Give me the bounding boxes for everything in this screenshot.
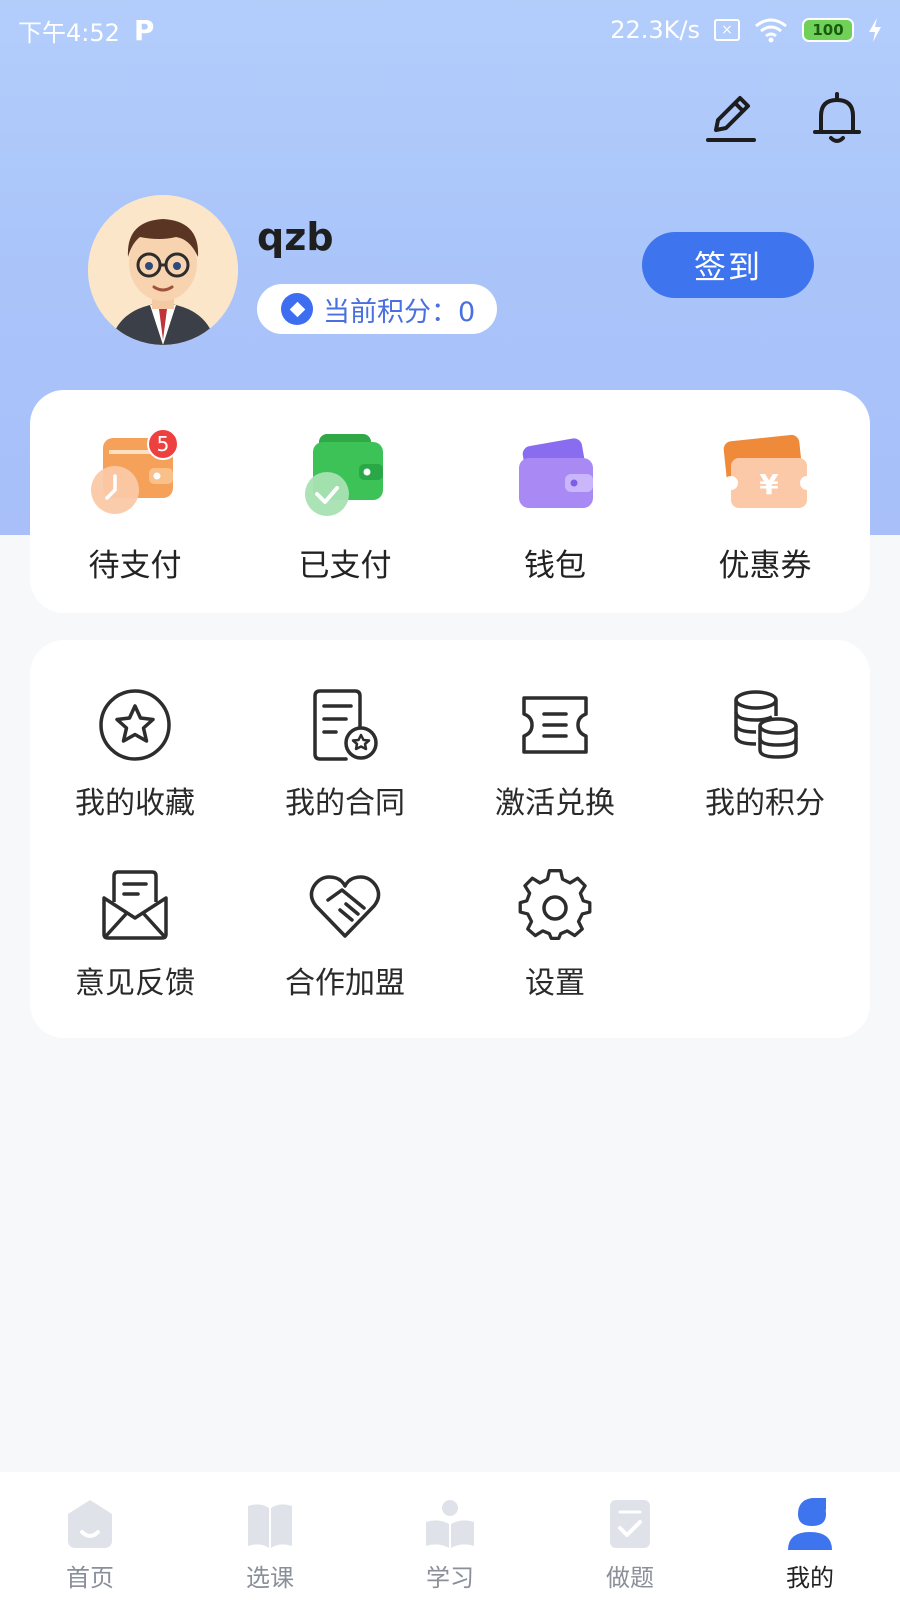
pending-payment-icon: 5	[87, 428, 183, 524]
partnership-item[interactable]: 合作加盟	[240, 864, 450, 1002]
paid-item[interactable]: 已支付	[240, 390, 450, 613]
coupon-label: 优惠券	[718, 548, 812, 584]
my-points-label: 我的积分	[705, 786, 825, 821]
bottom-nav: 首页 选课 学习 做题 我的	[0, 1472, 900, 1600]
nav-home[interactable]: 首页	[0, 1472, 180, 1600]
diamond-icon	[281, 293, 313, 325]
nav-study-label: 学习	[426, 1564, 474, 1592]
tools-card: 我的收藏 我的合同 激活兑换 我的积分 意见反馈 合作加盟 设置	[30, 640, 870, 1038]
coupon-icon: ¥	[717, 428, 814, 524]
network-speed: 22.3K/s	[610, 16, 700, 44]
ticket-icon	[514, 684, 596, 766]
contracts-label: 我的合同	[285, 786, 405, 821]
my-points-item[interactable]: 我的积分	[660, 684, 870, 822]
wifi-icon	[755, 18, 787, 43]
wallet-label: 钱包	[524, 548, 586, 584]
payment-card: 5 待支付 已支付 钱包 ¥ 优惠券	[30, 390, 870, 613]
nav-courses[interactable]: 选课	[180, 1472, 360, 1600]
wallet-icon	[507, 428, 603, 524]
contract-icon	[304, 684, 386, 766]
checkin-button[interactable]: 签到	[642, 232, 814, 298]
mail-icon	[94, 864, 176, 946]
pending-payment-item[interactable]: 5 待支付	[30, 390, 240, 613]
contracts-item[interactable]: 我的合同	[240, 684, 450, 822]
points-pill[interactable]: 当前积分：0	[257, 284, 498, 334]
pending-payment-label: 待支付	[88, 548, 182, 584]
charging-icon	[869, 18, 881, 42]
battery-icon: 100	[802, 18, 854, 42]
sim-icon: ×	[714, 19, 740, 41]
handshake-heart-icon	[304, 864, 386, 946]
settings-label: 设置	[525, 966, 585, 1001]
book-icon	[248, 1504, 292, 1548]
nav-profile[interactable]: 我的	[720, 1472, 900, 1600]
home-icon	[68, 1500, 112, 1548]
quiz-icon	[610, 1500, 650, 1548]
reader-icon	[426, 1500, 474, 1548]
wallet-item[interactable]: 钱包	[450, 390, 660, 613]
edit-button[interactable]	[700, 88, 760, 148]
avatar[interactable]	[88, 195, 238, 345]
gear-icon	[514, 864, 596, 946]
notification-button[interactable]	[807, 88, 867, 148]
app-notification-icon: P	[133, 13, 155, 47]
username: qzb	[257, 215, 334, 259]
feedback-item[interactable]: 意见反馈	[30, 864, 240, 1002]
activate-redeem-label: 激活兑换	[495, 786, 615, 821]
settings-item[interactable]: 设置	[450, 864, 660, 1002]
pencil-icon	[706, 96, 756, 142]
paid-label: 已支付	[298, 548, 392, 584]
coins-icon	[724, 684, 806, 766]
points-label: 当前积分：0	[323, 296, 476, 328]
favorites-label: 我的收藏	[75, 786, 195, 821]
bell-icon	[813, 92, 861, 143]
avatar-image	[88, 195, 238, 345]
nav-practice[interactable]: 做题	[540, 1472, 720, 1600]
activate-redeem-item[interactable]: 激活兑换	[450, 684, 660, 822]
nav-profile-label: 我的	[786, 1564, 834, 1592]
svg-text:¥: ¥	[759, 468, 779, 501]
profile-icon	[788, 1498, 832, 1550]
partnership-label: 合作加盟	[285, 966, 405, 1001]
pending-count-badge: 5	[147, 428, 179, 460]
feedback-label: 意见反馈	[75, 966, 195, 1001]
nav-courses-label: 选课	[246, 1564, 294, 1592]
nav-study[interactable]: 学习	[360, 1472, 540, 1600]
nav-home-label: 首页	[66, 1564, 114, 1592]
paid-icon	[297, 428, 393, 524]
status-time: 下午4:52	[18, 18, 120, 47]
coupon-item[interactable]: ¥ 优惠券	[660, 390, 870, 613]
status-bar: 下午4:52 P 22.3K/s × 100	[0, 0, 900, 60]
star-icon	[94, 684, 176, 766]
nav-practice-label: 做题	[606, 1564, 654, 1592]
favorites-item[interactable]: 我的收藏	[30, 684, 240, 822]
